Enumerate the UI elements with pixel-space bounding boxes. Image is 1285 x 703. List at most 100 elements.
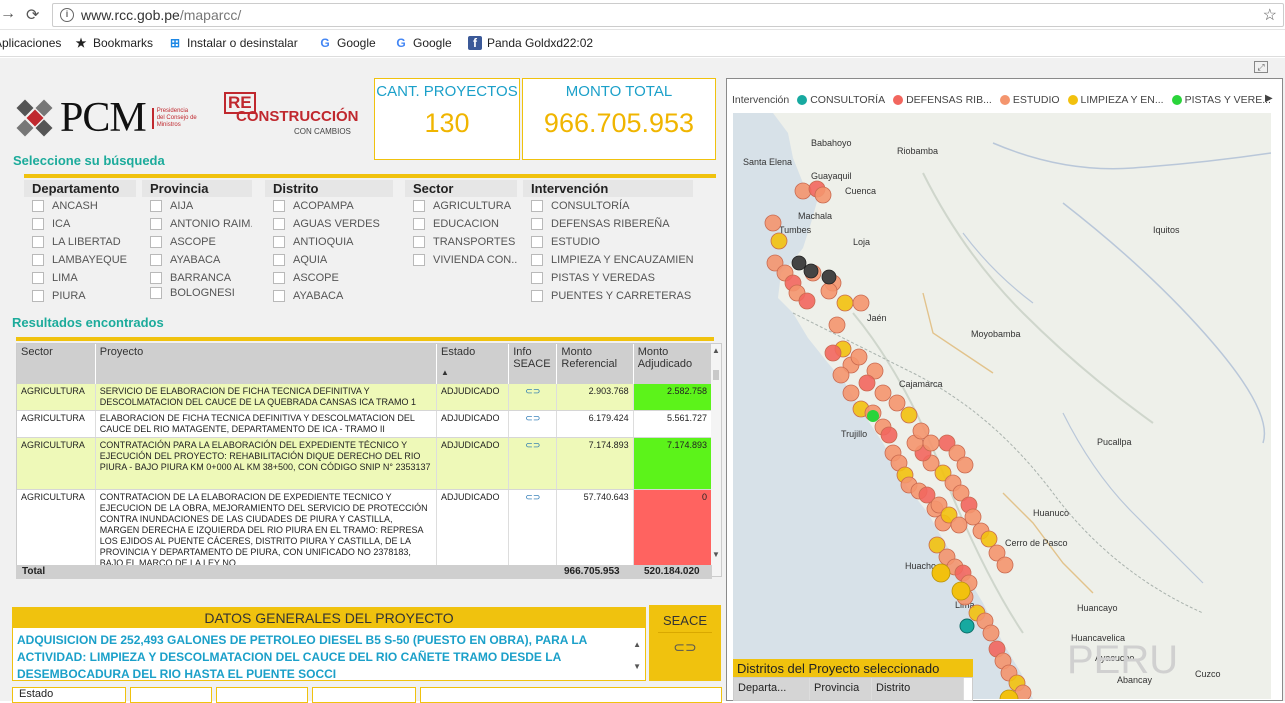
filter-option[interactable]: AGRICULTURA	[405, 197, 517, 215]
project-marker[interactable]	[770, 232, 788, 250]
checkbox[interactable]	[413, 236, 425, 248]
legend-item[interactable]: LIMPIEZA Y EN...	[1067, 94, 1164, 106]
project-marker[interactable]	[821, 269, 837, 285]
checkbox[interactable]	[413, 218, 425, 230]
filter-option[interactable]: PIURA	[24, 287, 136, 305]
checkbox[interactable]	[32, 236, 44, 248]
filter-option[interactable]: ACOPAMPA	[265, 197, 393, 215]
checkbox[interactable]	[32, 254, 44, 266]
checkbox[interactable]	[32, 272, 44, 284]
back-arrow-icon[interactable]: →	[0, 5, 16, 23]
filter-option[interactable]: AYABACA	[142, 251, 252, 269]
scroll-down-icon[interactable]: ▼	[712, 550, 720, 559]
project-marker[interactable]	[867, 410, 879, 422]
project-marker[interactable]	[982, 624, 1000, 642]
project-marker[interactable]	[764, 214, 782, 232]
project-marker[interactable]	[798, 292, 816, 310]
project-marker[interactable]	[824, 344, 842, 362]
project-marker[interactable]	[964, 508, 982, 526]
filter-option[interactable]: AGUAS VERDES	[265, 215, 393, 233]
filter-option[interactable]: ASCOPE	[265, 269, 393, 287]
project-marker[interactable]	[828, 316, 846, 334]
filter-option[interactable]: DEFENSAS RIBEREÑA	[523, 215, 693, 233]
description-scrollbar[interactable]: ▲ ▼	[633, 634, 641, 678]
col-sector[interactable]: Sector	[17, 344, 96, 384]
checkbox[interactable]	[273, 236, 285, 248]
checkbox[interactable]	[531, 290, 543, 302]
checkbox[interactable]	[273, 272, 285, 284]
checkbox[interactable]	[273, 290, 285, 302]
filter-option[interactable]: ANTONIO RAIM...	[142, 215, 252, 233]
filter-option[interactable]: ASCOPE	[142, 233, 252, 251]
filter-option[interactable]: ESTUDIO	[523, 233, 693, 251]
project-marker[interactable]	[888, 394, 906, 412]
filter-option[interactable]: VIVIENDA CON...	[405, 251, 517, 269]
filter-option[interactable]: AQUIA	[265, 251, 393, 269]
filter-option[interactable]: LA LIBERTAD	[24, 233, 136, 251]
project-marker[interactable]	[794, 182, 812, 200]
col-proyecto[interactable]: Proyecto	[95, 344, 438, 384]
table-row[interactable]: AGRICULTURA CONTRATACIÓN PARA LA ELABORA…	[17, 437, 713, 490]
reload-icon[interactable]: ⟳	[26, 5, 39, 25]
scroll-up-icon[interactable]: ▲	[633, 634, 641, 656]
checkbox[interactable]	[150, 272, 162, 284]
project-marker[interactable]	[996, 556, 1014, 574]
project-marker[interactable]	[803, 263, 819, 279]
legend-item[interactable]: PISTAS Y VERE...	[1171, 94, 1271, 106]
project-marker[interactable]	[820, 282, 838, 300]
checkbox[interactable]	[32, 290, 44, 302]
bookmark-google-2[interactable]: G Google	[394, 36, 451, 50]
expand-icon[interactable]: ⤢	[1254, 61, 1268, 73]
info-icon[interactable]: i	[60, 8, 74, 22]
project-marker[interactable]	[832, 366, 850, 384]
filter-option[interactable]: LIMA	[24, 269, 136, 287]
checkbox[interactable]	[531, 218, 543, 230]
checkbox[interactable]	[32, 200, 44, 212]
filter-option[interactable]: CONSULTORÍA	[523, 197, 693, 215]
bookmark-bookmarks[interactable]: ★ Bookmarks	[74, 36, 153, 50]
link-icon[interactable]: ⊂⊃	[508, 437, 558, 490]
project-marker[interactable]	[900, 406, 918, 424]
filter-option[interactable]: TRANSPORTES ...	[405, 233, 517, 251]
filter-option[interactable]: ANTIOQUIA	[265, 233, 393, 251]
filter-option[interactable]: LAMBAYEQUE	[24, 251, 136, 269]
bookmark-google-1[interactable]: G Google	[318, 36, 375, 50]
project-marker[interactable]	[980, 530, 998, 548]
project-marker[interactable]	[814, 186, 832, 204]
table-row[interactable]: AGRICULTURA ELABORACION DE FICHA TECNICA…	[17, 410, 713, 438]
checkbox[interactable]	[150, 254, 162, 266]
filter-option[interactable]: EDUCACION	[405, 215, 517, 233]
col-info-seace[interactable]: Info SEACE	[508, 344, 558, 384]
checkbox[interactable]	[32, 218, 44, 230]
scroll-thumb[interactable]	[713, 370, 719, 380]
filter-option[interactable]: ANCASH	[24, 197, 136, 215]
project-marker[interactable]	[956, 456, 974, 474]
link-icon[interactable]: ⊂⊃	[508, 384, 558, 411]
bookmark-apps[interactable]: Aplicaciones	[0, 36, 61, 50]
legend-item[interactable]: ESTUDIO	[999, 94, 1060, 106]
checkbox[interactable]	[273, 200, 285, 212]
project-marker[interactable]	[874, 384, 892, 402]
project-marker[interactable]	[922, 434, 940, 452]
table-scrollbar[interactable]: ▲ ▼	[711, 344, 721, 576]
checkbox[interactable]	[273, 254, 285, 266]
checkbox[interactable]	[150, 287, 162, 299]
legend-next-icon[interactable]: ▶	[1265, 93, 1273, 104]
project-marker[interactable]	[931, 563, 951, 583]
table-row[interactable]: AGRICULTURA SERVICIO DE ELABORACION DE F…	[17, 384, 713, 411]
legend-item[interactable]: CONSULTORÍA	[797, 94, 885, 106]
project-marker[interactable]	[880, 426, 898, 444]
col-provincia[interactable]: Provincia	[810, 678, 872, 700]
checkbox[interactable]	[150, 200, 162, 212]
filter-option[interactable]: AIJA	[142, 197, 252, 215]
table-row[interactable]: AGRICULTURA CONTRATACION DE LA ELABORACI…	[17, 489, 713, 572]
scroll-up-icon[interactable]: ▲	[712, 346, 720, 355]
project-marker[interactable]	[852, 294, 870, 312]
checkbox[interactable]	[531, 272, 543, 284]
checkbox[interactable]	[531, 254, 543, 266]
link-icon[interactable]: ⊂⊃	[508, 489, 558, 572]
col-distrito[interactable]: Distrito	[872, 678, 964, 700]
project-marker[interactable]	[959, 618, 975, 634]
project-marker[interactable]	[950, 516, 968, 534]
checkbox[interactable]	[531, 236, 543, 248]
